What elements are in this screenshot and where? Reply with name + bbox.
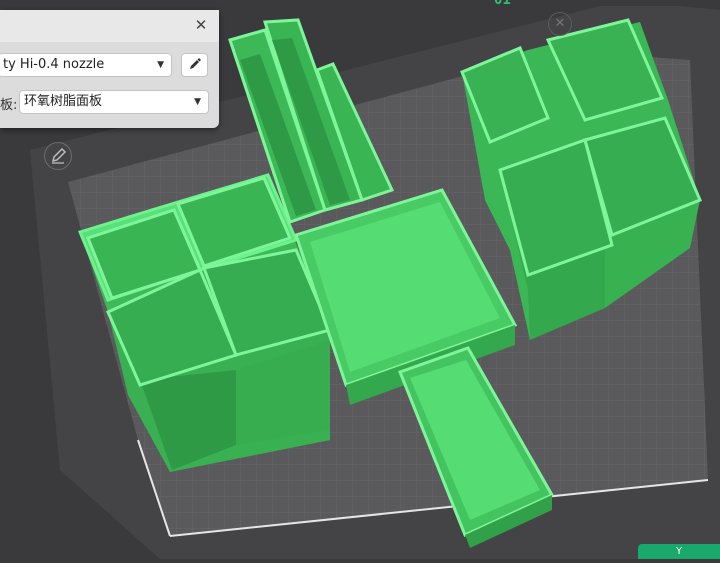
nozzle-select-value: ty Hi-0.4 nozzle	[3, 57, 105, 72]
close-icon: ✕	[194, 16, 208, 34]
edit-plate-button[interactable]	[44, 142, 72, 170]
plate-type-value: 环氧树脂面板	[24, 94, 103, 109]
chevron-down-icon: ▼	[157, 60, 164, 70]
plate-type-label: 板:	[0, 98, 18, 113]
plate-close-button[interactable]: ✕	[548, 12, 572, 36]
x-icon: ✕	[554, 16, 566, 31]
plate-type-select[interactable]: 环氧树脂面板 ▼	[19, 90, 209, 114]
edit-nozzle-button[interactable]	[181, 53, 208, 77]
pencil-icon	[51, 147, 67, 164]
plate-number-label: 01	[494, 0, 511, 8]
panel-header: ✕	[0, 10, 219, 42]
chevron-down-icon: ▼	[194, 97, 201, 107]
pencil-icon	[190, 58, 201, 69]
nozzle-select[interactable]: ty Hi-0.4 nozzle ▼	[0, 53, 172, 77]
bottom-action-button[interactable]: Y	[638, 544, 720, 559]
panel-close-button[interactable]: ✕	[193, 17, 209, 33]
printer-settings-panel: ✕ ty Hi-0.4 nozzle ▼ 板: 环氧树脂面板 ▼	[0, 10, 219, 128]
